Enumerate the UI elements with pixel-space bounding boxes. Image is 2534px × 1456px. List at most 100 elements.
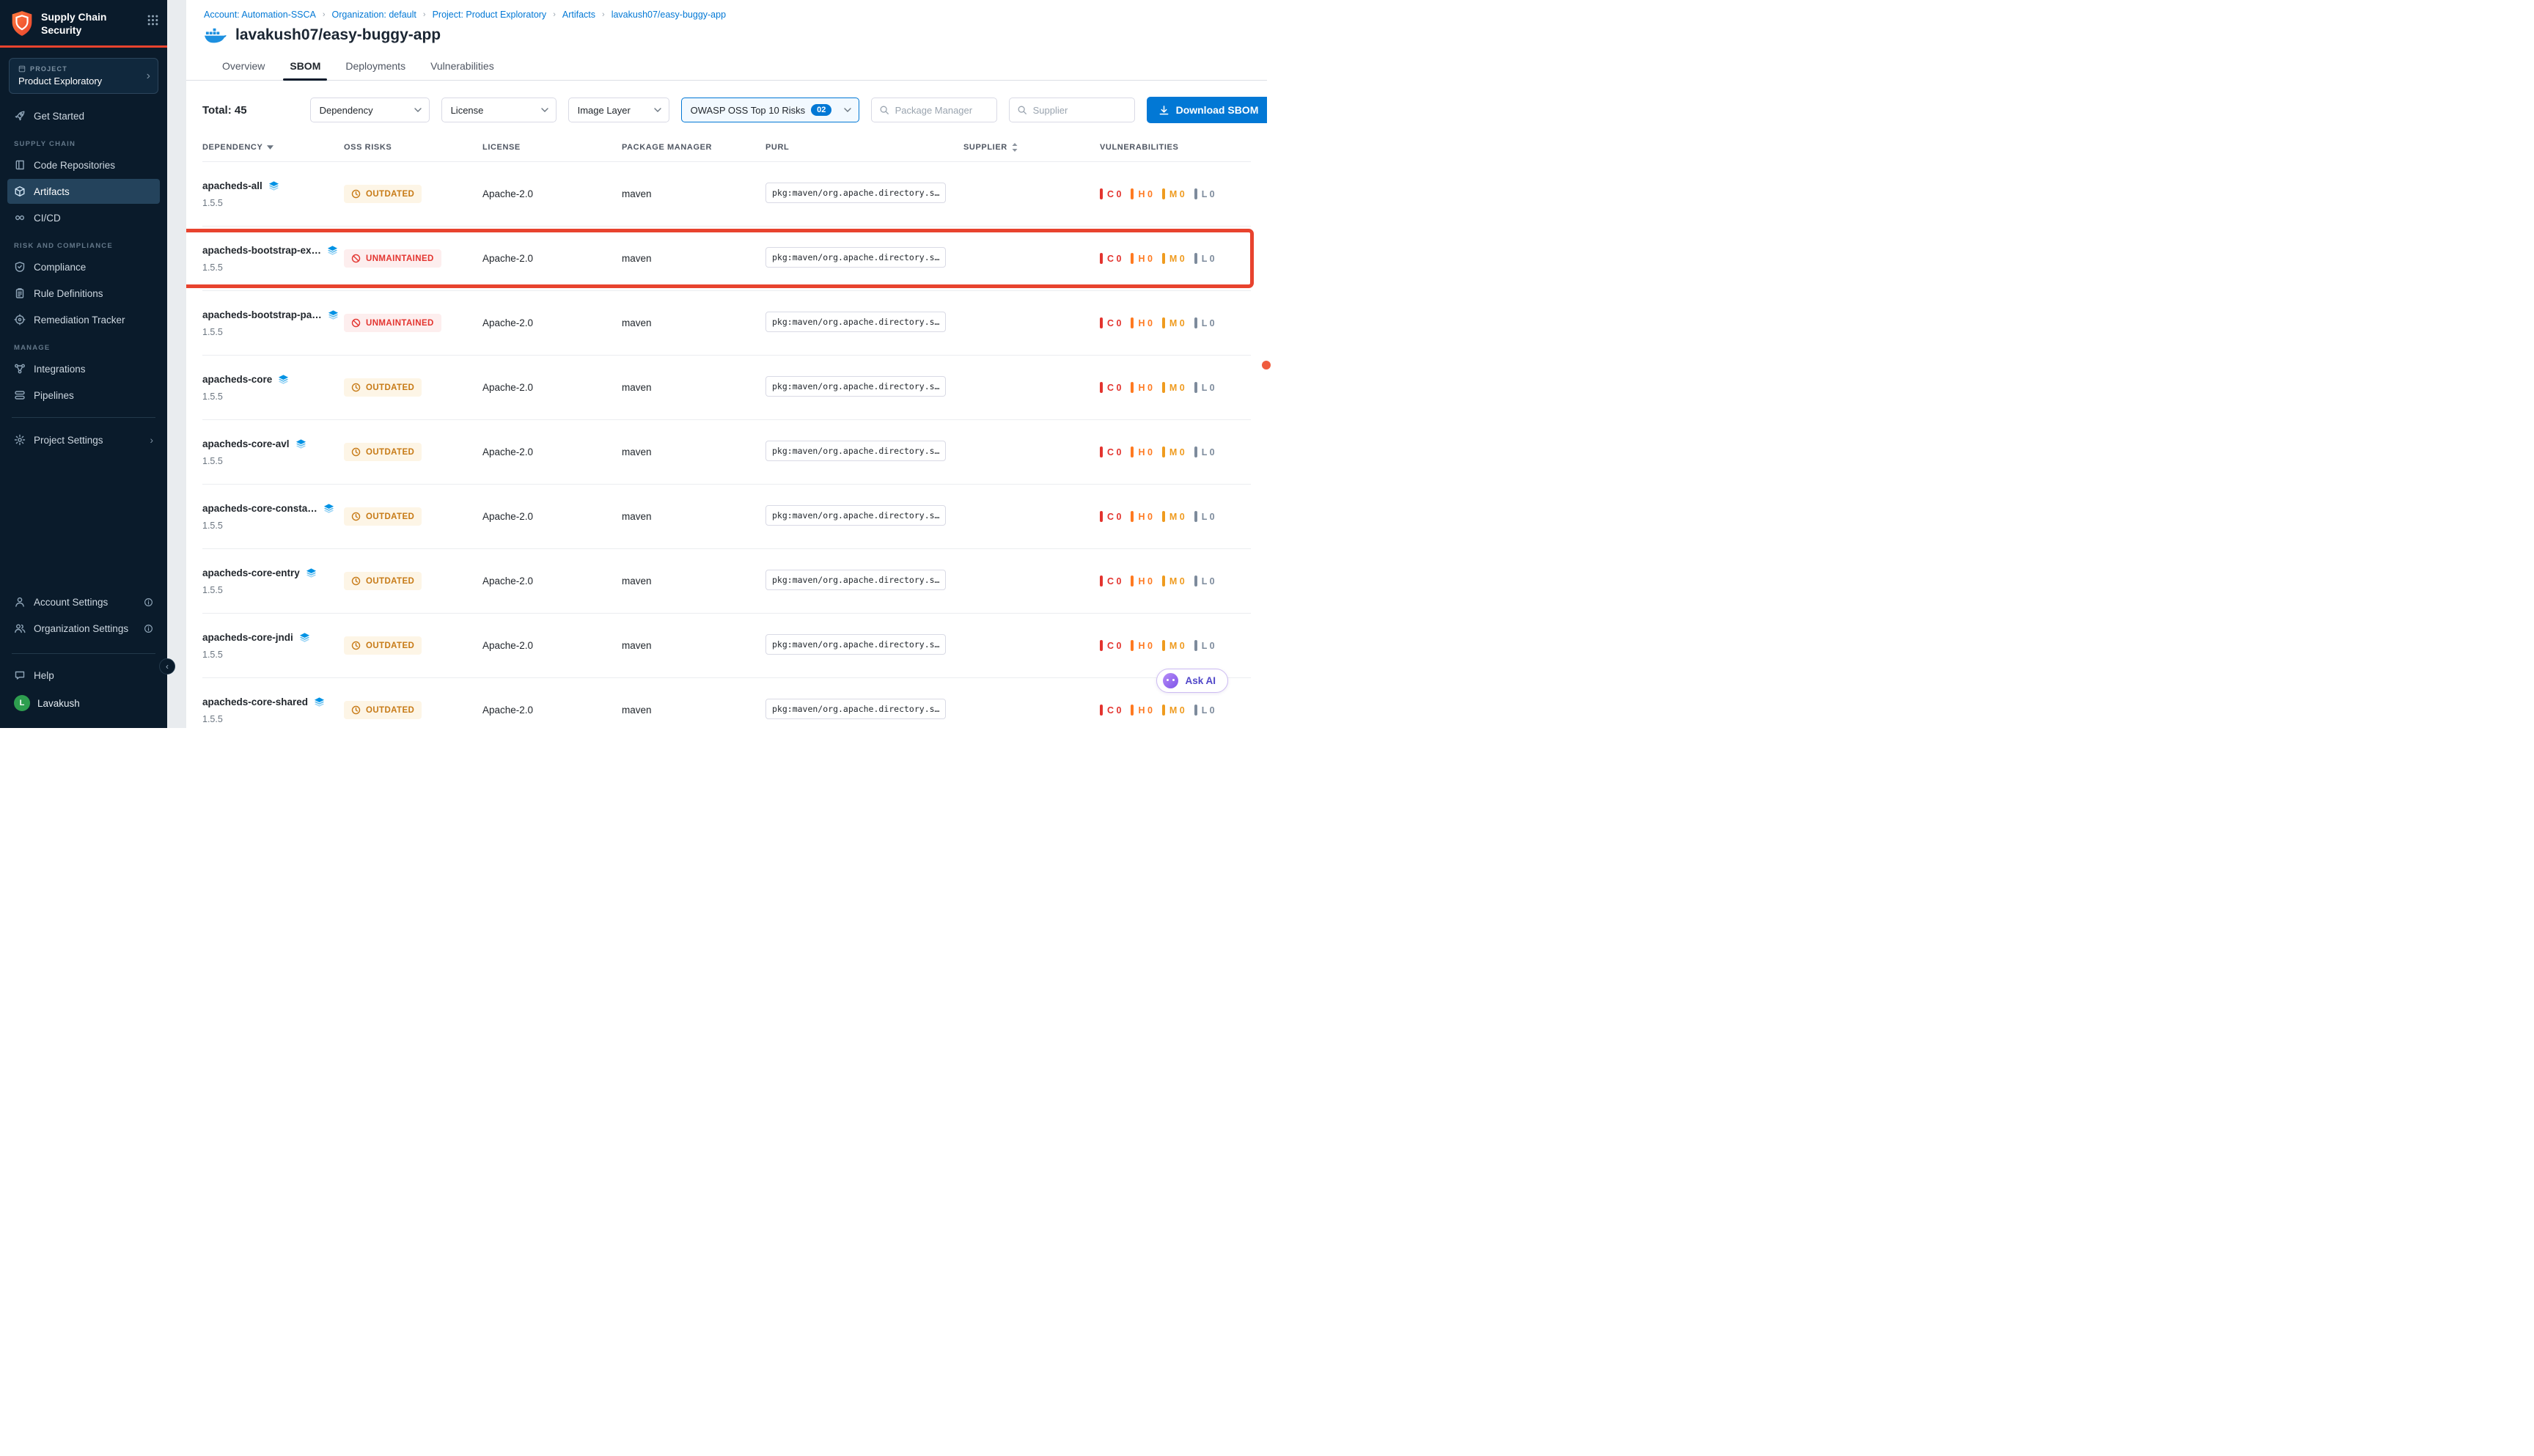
- purl-value[interactable]: pkg:maven/org.apache.directory.s…: [765, 441, 946, 461]
- dependency-name: apacheds-core-consta…: [202, 503, 317, 514]
- chat-icon: [14, 669, 26, 681]
- tab-sbom[interactable]: SBOM: [277, 54, 333, 80]
- purl-value[interactable]: pkg:maven/org.apache.directory.s…: [765, 570, 946, 590]
- layers-icon: [327, 245, 338, 256]
- breadcrumb-project[interactable]: Project: Product Exploratory: [433, 10, 547, 20]
- column-header-dependency[interactable]: DEPENDENCY: [202, 143, 344, 152]
- table-row[interactable]: apacheds-all 1.5.5 OUTDATED Apache-2.0 m…: [202, 161, 1251, 226]
- table-row[interactable]: apacheds-core-shared 1.5.5 OUTDATED Apac…: [202, 677, 1251, 728]
- breadcrumb-organization[interactable]: Organization: default: [332, 10, 416, 20]
- pipelines-icon: [14, 389, 26, 401]
- edge-notification-dot: [1262, 361, 1271, 369]
- purl-value[interactable]: pkg:maven/org.apache.directory.s…: [765, 376, 946, 397]
- page-title: lavakush07/easy-buggy-app: [235, 26, 441, 44]
- vulnerability-segment-l: L 0: [1194, 511, 1215, 522]
- download-sbom-button[interactable]: Download SBOM: [1147, 97, 1267, 123]
- ask-ai-button[interactable]: Ask AI: [1156, 669, 1228, 693]
- license-value: Apache-2.0: [482, 188, 622, 199]
- owasp-risks-filter-select[interactable]: OWASP OSS Top 10 Risks 02: [681, 98, 859, 122]
- sidebar-collapse-button[interactable]: ‹: [159, 658, 175, 674]
- dependency-version: 1.5.5: [202, 456, 334, 466]
- module-accent-line: [0, 45, 167, 48]
- sidebar-item-get-started[interactable]: Get Started: [7, 103, 160, 128]
- project-label: PROJECT: [18, 65, 149, 73]
- sidebar-item-help[interactable]: Help: [7, 663, 160, 688]
- user-menu[interactable]: L Lavakush: [7, 688, 160, 718]
- vulnerability-segment-h: H 0: [1131, 188, 1152, 199]
- table-row[interactable]: apacheds-core-consta… 1.5.5 OUTDATED Apa…: [202, 484, 1251, 548]
- sidebar-item-account-settings[interactable]: Account Settings: [7, 589, 160, 614]
- vulnerability-segment-h: H 0: [1131, 640, 1152, 651]
- dependency-name: apacheds-core-shared: [202, 696, 308, 707]
- license-value: Apache-2.0: [482, 317, 622, 328]
- vulnerability-counts: C 0H 0M 0L 0: [1100, 446, 1251, 457]
- license-filter-select[interactable]: License: [441, 98, 557, 122]
- purl-value[interactable]: pkg:maven/org.apache.directory.s…: [765, 699, 946, 719]
- prohibited-icon: [351, 318, 361, 328]
- table-row[interactable]: apacheds-bootstrap-ex… 1.5.5 UNMAINTAINE…: [202, 226, 1251, 290]
- tab-deployments[interactable]: Deployments: [333, 54, 418, 80]
- vulnerability-segment-c: C 0: [1100, 382, 1121, 393]
- purl-value[interactable]: pkg:maven/org.apache.directory.s…: [765, 505, 946, 526]
- tab-overview[interactable]: Overview: [210, 54, 277, 80]
- vulnerability-counts: C 0H 0M 0L 0: [1100, 188, 1251, 199]
- package-manager-input[interactable]: [895, 105, 989, 116]
- license-value: Apache-2.0: [482, 511, 622, 522]
- dependency-name: apacheds-core: [202, 374, 272, 385]
- module-grid-icon[interactable]: [147, 15, 158, 26]
- purl-value[interactable]: pkg:maven/org.apache.directory.s…: [765, 183, 946, 203]
- vulnerability-segment-l: L 0: [1194, 382, 1215, 393]
- breadcrumb-separator: ›: [553, 10, 556, 19]
- artifacts-cube-icon: [14, 185, 26, 197]
- tabs: Overview SBOM Deployments Vulnerabilitie…: [204, 54, 1251, 80]
- sidebar-item-integrations[interactable]: Integrations: [7, 356, 160, 381]
- sidebar-item-compliance[interactable]: Compliance: [7, 254, 160, 279]
- sidebar-item-cicd[interactable]: CI/CD: [7, 205, 160, 230]
- user-name: Lavakush: [37, 698, 80, 709]
- search-icon: [879, 105, 889, 115]
- dependency-version: 1.5.5: [202, 391, 334, 402]
- sidebar-item-code-repositories[interactable]: Code Repositories: [7, 152, 160, 177]
- breadcrumb-artifacts[interactable]: Artifacts: [562, 10, 595, 20]
- supplier-input[interactable]: [1033, 105, 1127, 116]
- sidebar-item-project-settings[interactable]: Project Settings ›: [7, 427, 160, 452]
- purl-value[interactable]: pkg:maven/org.apache.directory.s…: [765, 634, 946, 655]
- vulnerability-segment-m: M 0: [1162, 511, 1185, 522]
- table-row[interactable]: apacheds-core 1.5.5 OUTDATED Apache-2.0 …: [202, 355, 1251, 419]
- column-header-vulnerabilities: VULNERABILITIES: [1100, 143, 1251, 152]
- breadcrumb-separator: ›: [423, 10, 426, 19]
- sidebar-item-organization-settings[interactable]: Organization Settings: [7, 616, 160, 641]
- table-row[interactable]: apacheds-core-jndi 1.5.5 OUTDATED Apache…: [202, 613, 1251, 677]
- column-header-supplier[interactable]: SUPPLIER: [963, 143, 1100, 152]
- sidebar-section-risk-and-compliance: RISK AND COMPLIANCE: [14, 242, 153, 250]
- vulnerability-counts: C 0H 0M 0L 0: [1100, 253, 1251, 264]
- sidebar-item-pipelines[interactable]: Pipelines: [7, 383, 160, 408]
- tab-vulnerabilities[interactable]: Vulnerabilities: [418, 54, 507, 80]
- sidebar-item-rule-definitions[interactable]: Rule Definitions: [7, 281, 160, 306]
- clock-icon: [351, 641, 361, 650]
- breadcrumb-account[interactable]: Account: Automation-SSCA: [204, 10, 316, 20]
- download-icon: [1158, 105, 1169, 116]
- vulnerability-segment-c: C 0: [1100, 705, 1121, 716]
- package-manager-value: maven: [622, 382, 765, 393]
- vulnerability-segment-m: M 0: [1162, 253, 1185, 264]
- chevron-down-icon: [541, 108, 548, 112]
- project-selector[interactable]: PROJECT Product Exploratory ›: [9, 58, 158, 94]
- sidebar-item-remediation-tracker[interactable]: Remediation Tracker: [7, 307, 160, 332]
- table-row[interactable]: apacheds-core-entry 1.5.5 OUTDATED Apach…: [202, 548, 1251, 613]
- purl-value[interactable]: pkg:maven/org.apache.directory.s…: [765, 312, 946, 332]
- layers-icon: [314, 696, 325, 707]
- main-area: Account: Automation-SSCA › Organization: …: [186, 0, 1267, 728]
- dependency-name: apacheds-all: [202, 180, 262, 191]
- dependency-filter-select[interactable]: Dependency: [310, 98, 430, 122]
- image-layer-filter-select[interactable]: Image Layer: [568, 98, 669, 122]
- table-row[interactable]: apacheds-core-avl 1.5.5 OUTDATED Apache-…: [202, 419, 1251, 484]
- purl-value[interactable]: pkg:maven/org.apache.directory.s…: [765, 247, 946, 268]
- dependency-version: 1.5.5: [202, 198, 334, 208]
- chevron-down-icon: [654, 108, 661, 112]
- layers-icon: [278, 374, 289, 385]
- breadcrumb-current[interactable]: lavakush07/easy-buggy-app: [612, 10, 726, 20]
- breadcrumb: Account: Automation-SSCA › Organization: …: [204, 10, 1251, 20]
- table-row[interactable]: apacheds-bootstrap-pa… 1.5.5 UNMAINTAINE…: [202, 290, 1251, 355]
- sidebar-item-artifacts[interactable]: Artifacts: [7, 179, 160, 204]
